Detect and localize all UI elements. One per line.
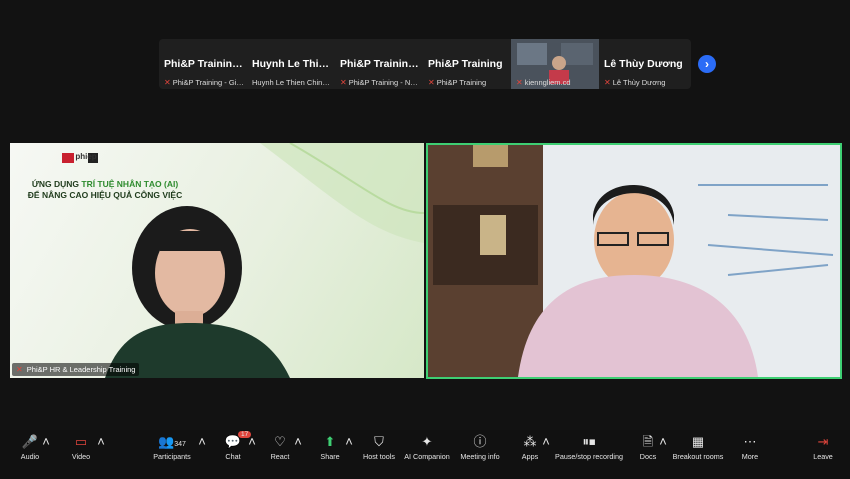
share-button[interactable]: ⬆ Share (318, 434, 342, 461)
chat-options-button[interactable]: ˄ (246, 434, 258, 452)
mic-off-icon: ✕ (340, 78, 347, 87)
mic-off-icon: ✕ (164, 78, 171, 87)
flag-logo (62, 152, 75, 161)
slide-title: ỨNG DỤNG TRÍ TUỆ NHÂN TẠO (AI) ĐỂ NÂNG C… (20, 179, 190, 201)
mic-off-icon: 🎤 (21, 434, 39, 449)
meeting-info-button[interactable]: ⓘ Meeting info (459, 434, 501, 461)
leave-icon: ⇥ (817, 434, 829, 449)
slide-title-line2: ĐỂ NÂNG CAO HIỆU QUẢ CÔNG VIỆC (27, 190, 183, 200)
slide-logos: phiep (62, 152, 97, 161)
video-off-icon: ▭ (74, 434, 88, 449)
participant-tile[interactable]: Huynh Le Thien... Huynh Le Thien Chinh, … (247, 39, 335, 89)
apps-button[interactable]: ⁂ Apps (519, 434, 541, 461)
breakout-rooms-button[interactable]: ▦ Breakout rooms (672, 434, 724, 461)
participant-label: ✕ Phi&P Training - Giang (164, 78, 245, 87)
participant-label: ✕ Phi&P Training (428, 78, 487, 87)
apps-options-button[interactable]: ˄ (540, 434, 552, 452)
participant-name: Lê Thùy Dương (604, 58, 683, 70)
video-tile-presenter[interactable]: phiep ỨNG DỤNG TRÍ TUỆ NHÂN TẠO (AI) ĐỂ … (10, 143, 424, 378)
shield-icon: ⛉ (374, 434, 384, 449)
more-icon: ⋯ (743, 434, 757, 449)
chevron-up-icon: ˄ (345, 434, 353, 449)
participant-strip: Phi&P Training... ✕ Phi&P Training - Gian… (159, 39, 691, 89)
react-options-button[interactable]: ˄ (292, 434, 304, 452)
participant-video-tile[interactable]: ✕ kienngliem.cd (511, 39, 599, 89)
chevron-right-icon: › (705, 57, 709, 71)
pause-stop-icon: ⏸⏹ (582, 434, 596, 449)
share-screen-icon: ⬆ (324, 434, 336, 449)
mic-off-icon: ✕ (604, 78, 611, 87)
video-button[interactable]: ▭ Video (68, 434, 94, 461)
speaker-video (428, 145, 840, 377)
participant-label: ✕ kienngliem.cd (516, 78, 571, 87)
participant-name: Phi&P Training... (340, 58, 420, 70)
docs-button[interactable]: 🗎 Docs (638, 434, 658, 461)
heart-icon: ♡ (274, 434, 286, 449)
chevron-up-icon: ˄ (294, 434, 302, 449)
participant-tile[interactable]: Phi&P Training... ✕ Phi&P Training - Ngoc (335, 39, 423, 89)
document-icon: 🗎 (642, 434, 654, 449)
react-button[interactable]: ♡ React (268, 434, 292, 461)
chat-button[interactable]: 💬 17 Chat (222, 431, 252, 461)
chevron-up-icon: ˄ (42, 434, 50, 449)
slide-title-prefix: ỨNG DỤNG (31, 179, 82, 189)
recording-button[interactable]: ⏸⏹ Pause/stop recording (555, 434, 623, 461)
chevron-up-icon: ˄ (248, 434, 256, 449)
next-page-button[interactable]: › (698, 55, 716, 73)
info-icon: ⓘ (473, 434, 487, 449)
share-options-button[interactable]: ˄ (343, 434, 355, 452)
mic-off-icon: ✕ (516, 78, 523, 87)
sparkle-icon: ✦ (421, 434, 433, 449)
host-tools-button[interactable]: ⛉ Host tools (362, 434, 396, 461)
participant-name: Huynh Le Thien... (252, 58, 332, 70)
audio-button[interactable]: 🎤 Audio (18, 434, 42, 461)
participant-tile[interactable]: Lê Thùy Dương ✕ Lê Thùy Dương (599, 39, 687, 89)
chevron-up-icon: ˄ (97, 434, 105, 449)
audio-options-button[interactable]: ˄ (40, 434, 52, 452)
video-options-button[interactable]: ˄ (95, 434, 107, 452)
participants-options-button[interactable]: ˄ (196, 434, 208, 452)
chevron-up-icon: ˄ (198, 434, 206, 449)
participant-tile[interactable]: Phi&P Training ✕ Phi&P Training (423, 39, 511, 89)
docs-options-button[interactable]: ˄ (657, 434, 669, 452)
chevron-up-icon: ˄ (542, 434, 550, 449)
slide-title-highlight: TRÍ TUỆ NHÂN TẠO (AI) (81, 179, 179, 189)
participant-name: Phi&P Training... (164, 58, 244, 70)
mic-off-icon: ✕ (428, 78, 435, 87)
meeting-toolbar: 🎤 Audio ˄ ▭ Video ˄ 👥347 Participants ˄ … (0, 430, 850, 479)
video-tile-active-speaker[interactable] (426, 143, 842, 379)
participants-button[interactable]: 👥347 Participants (150, 434, 194, 461)
participant-label: ✕ Lê Thùy Dương (604, 78, 666, 87)
participant-tile[interactable]: Phi&P Training... ✕ Phi&P Training - Gian… (159, 39, 247, 89)
mic-off-icon: ✕ (16, 365, 23, 374)
ai-companion-button[interactable]: ✦ AI Companion (404, 434, 450, 461)
participant-label: ✕ Phi&P Training - Ngoc (340, 78, 421, 87)
participant-label: Huynh Le Thien Chinh, P.C... (252, 78, 333, 87)
apps-icon: ⁂ (523, 434, 537, 449)
phiep-logo-text: phiep (75, 152, 97, 161)
chevron-up-icon: ˄ (659, 434, 667, 449)
participant-name: Phi&P Training (428, 58, 503, 70)
more-button[interactable]: ⋯ More (739, 434, 761, 461)
participant-name-tag: ✕ Phi&P HR & Leadership Training (12, 363, 140, 376)
breakout-grid-icon: ▦ (691, 434, 705, 449)
participants-icon: 👥347 (158, 434, 186, 449)
leave-button[interactable]: ⇥ Leave (812, 434, 834, 461)
